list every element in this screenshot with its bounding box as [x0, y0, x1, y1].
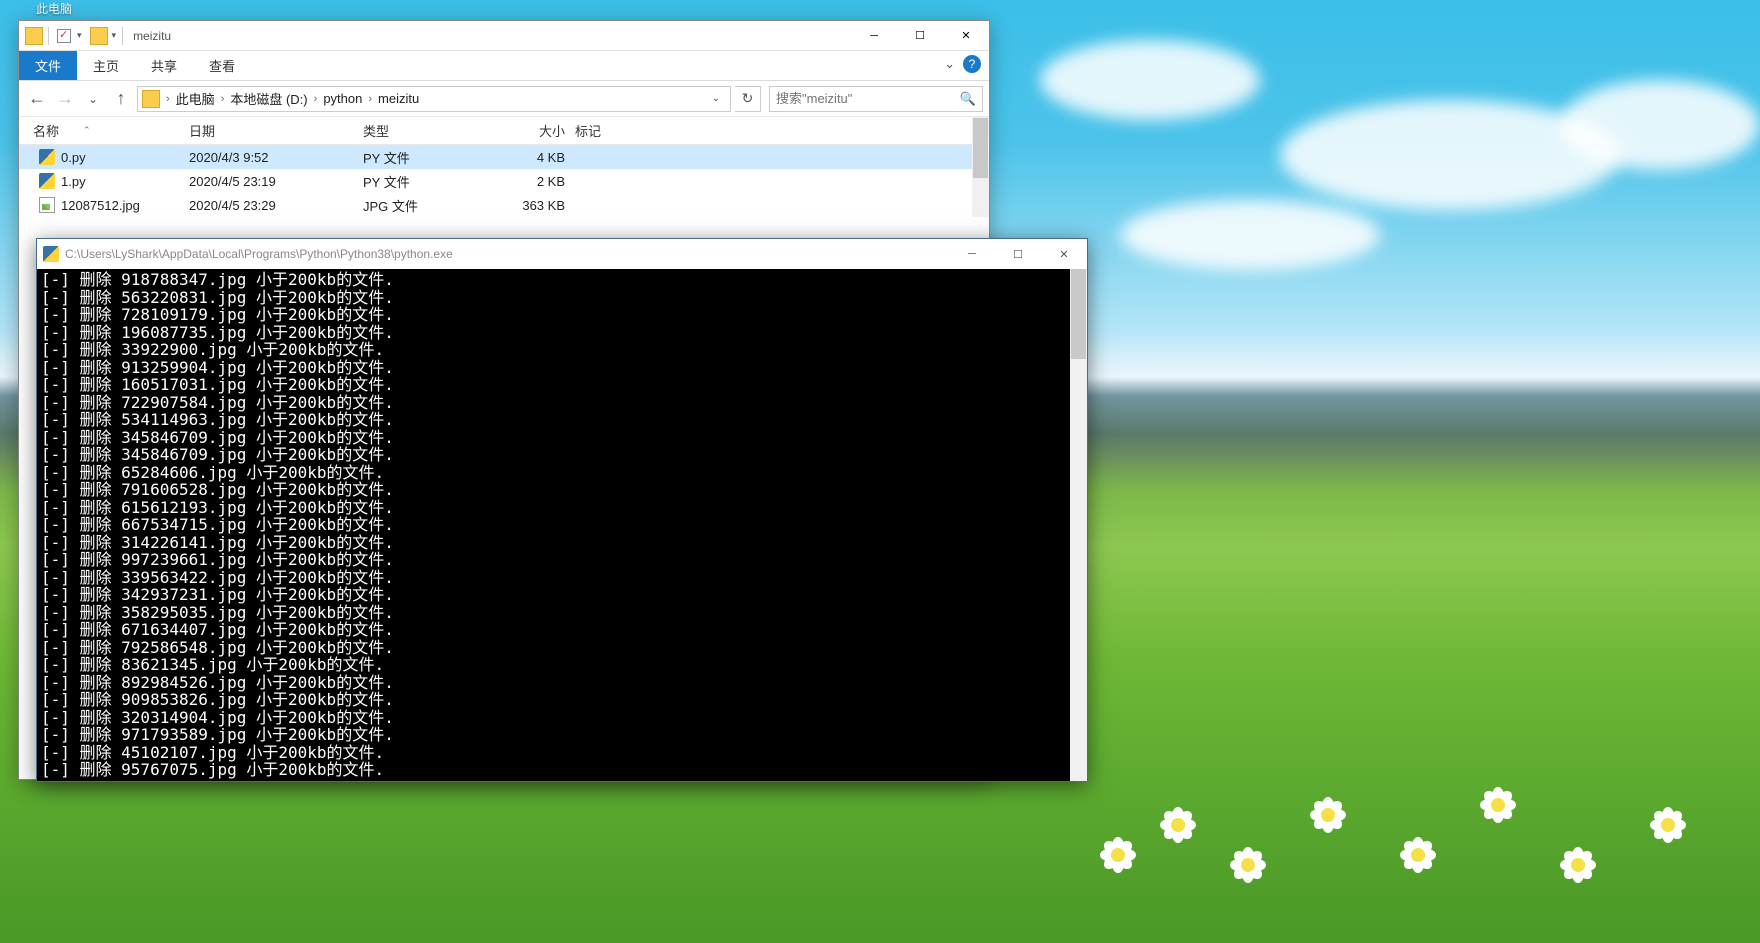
file-size: 363 KB [489, 198, 575, 213]
minimize-button[interactable]: ─ [949, 240, 995, 269]
tab-view[interactable]: 查看 [193, 51, 251, 80]
close-button[interactable]: ✕ [943, 21, 989, 50]
chevron-right-icon[interactable]: › [164, 93, 172, 105]
column-headers: 名称⌃ 日期 类型 大小 标记 [19, 117, 989, 145]
tab-home[interactable]: 主页 [77, 51, 135, 80]
file-name: 1.py [61, 174, 86, 189]
refresh-button[interactable]: ↻ [735, 86, 761, 112]
file-name: 12087512.jpg [61, 198, 140, 213]
file-date: 2020/4/5 23:19 [189, 174, 363, 189]
search-icon[interactable]: 🔍 [960, 91, 976, 107]
search-input[interactable] [776, 91, 960, 106]
ribbon-tabs: 文件 主页 共享 查看 ⌄ ? [19, 51, 989, 81]
breadcrumb-segment[interactable]: meizitu [374, 91, 423, 106]
terminal-output[interactable]: [-] 删除 918788347.jpg 小于200kb的文件. [-] 删除 … [37, 269, 1070, 781]
nav-up-button[interactable]: ↑ [109, 87, 133, 111]
chevron-right-icon[interactable]: › [366, 93, 374, 105]
separator [122, 27, 123, 45]
breadcrumb-segment[interactable]: 此电脑 [172, 89, 219, 108]
file-row[interactable]: 1.py 2020/4/5 23:19PY 文件2 KB [19, 169, 989, 193]
file-size: 4 KB [489, 150, 575, 165]
breadcrumb-segment[interactable]: python [319, 91, 366, 106]
file-date: 2020/4/5 23:29 [189, 198, 363, 213]
chevron-right-icon[interactable]: › [312, 93, 320, 105]
scrollbar[interactable] [972, 117, 989, 217]
window-title: meizitu [133, 29, 171, 43]
cloud-decoration [1040, 40, 1260, 120]
separator [48, 27, 49, 45]
help-icon[interactable]: ? [963, 55, 981, 73]
file-type: PY 文件 [363, 148, 489, 167]
file-date: 2020/4/3 9:52 [189, 150, 363, 165]
cloud-decoration [1120, 200, 1380, 270]
sort-indicator-icon: ⌃ [83, 125, 91, 136]
search-box[interactable]: 🔍 [769, 86, 983, 112]
terminal-title: C:\Users\LyShark\AppData\Local\Programs\… [65, 247, 949, 261]
col-size-header[interactable]: 大小 [489, 121, 575, 140]
py-file-icon [39, 173, 55, 189]
nav-recent-dropdown[interactable]: ⌄ [81, 87, 105, 111]
close-button[interactable]: ✕ [1041, 240, 1087, 269]
address-dropdown-icon[interactable]: ⌄ [706, 93, 726, 104]
tab-file[interactable]: 文件 [19, 51, 77, 80]
nav-forward-button[interactable]: → [53, 87, 77, 111]
py-file-icon [39, 149, 55, 165]
file-size: 2 KB [489, 174, 575, 189]
chevron-right-icon[interactable]: › [219, 93, 227, 105]
cloud-decoration [1560, 80, 1760, 170]
folder-icon [142, 90, 160, 108]
explorer-titlebar[interactable]: ▾ ▾ meizitu ─ ☐ ✕ [19, 21, 989, 51]
address-bar: ← → ⌄ ↑ › 此电脑 › 本地磁盘 (D:) › python › mei… [19, 81, 989, 117]
qat-dropdown-icon[interactable]: ▾ [77, 30, 82, 41]
file-row[interactable]: 12087512.jpg 2020/4/5 23:29JPG 文件363 KB [19, 193, 989, 217]
col-tag-header[interactable]: 标记 [575, 121, 675, 140]
tab-share[interactable]: 共享 [135, 51, 193, 80]
python-icon [43, 246, 59, 262]
maximize-button[interactable]: ☐ [995, 240, 1041, 269]
scrollbar-thumb[interactable] [1071, 269, 1086, 359]
nav-back-button[interactable]: ← [25, 87, 49, 111]
jpg-file-icon [39, 197, 55, 213]
file-name: 0.py [61, 150, 86, 165]
minimize-button[interactable]: ─ [851, 21, 897, 50]
folder-icon [90, 27, 108, 45]
qat-customize-icon[interactable]: ▾ [112, 30, 117, 41]
col-date-header[interactable]: 日期 [189, 121, 363, 140]
scrollbar-thumb[interactable] [973, 118, 988, 178]
file-list: 名称⌃ 日期 类型 大小 标记 0.py 2020/4/3 9:52PY 文件4 … [19, 117, 989, 217]
qat-checkbox-icon[interactable] [57, 29, 71, 43]
maximize-button[interactable]: ☐ [897, 21, 943, 50]
terminal-titlebar[interactable]: C:\Users\LyShark\AppData\Local\Programs\… [37, 239, 1087, 269]
file-row[interactable]: 0.py 2020/4/3 9:52PY 文件4 KB [19, 145, 989, 169]
file-type: PY 文件 [363, 172, 489, 191]
breadcrumb-segment[interactable]: 本地磁盘 (D:) [226, 89, 311, 108]
file-type: JPG 文件 [363, 196, 489, 215]
col-type-header[interactable]: 类型 [363, 121, 489, 140]
desktop-icon-this-pc-label[interactable]: 此电脑 [36, 0, 72, 17]
folder-icon [25, 27, 43, 45]
scrollbar[interactable] [1070, 269, 1087, 781]
ribbon-expand-icon[interactable]: ⌄ [944, 56, 955, 72]
breadcrumb-box[interactable]: › 此电脑 › 本地磁盘 (D:) › python › meizitu ⌄ [137, 86, 731, 112]
python-terminal-window[interactable]: C:\Users\LyShark\AppData\Local\Programs\… [36, 238, 1088, 782]
col-name-header[interactable]: 名称⌃ [33, 121, 189, 140]
